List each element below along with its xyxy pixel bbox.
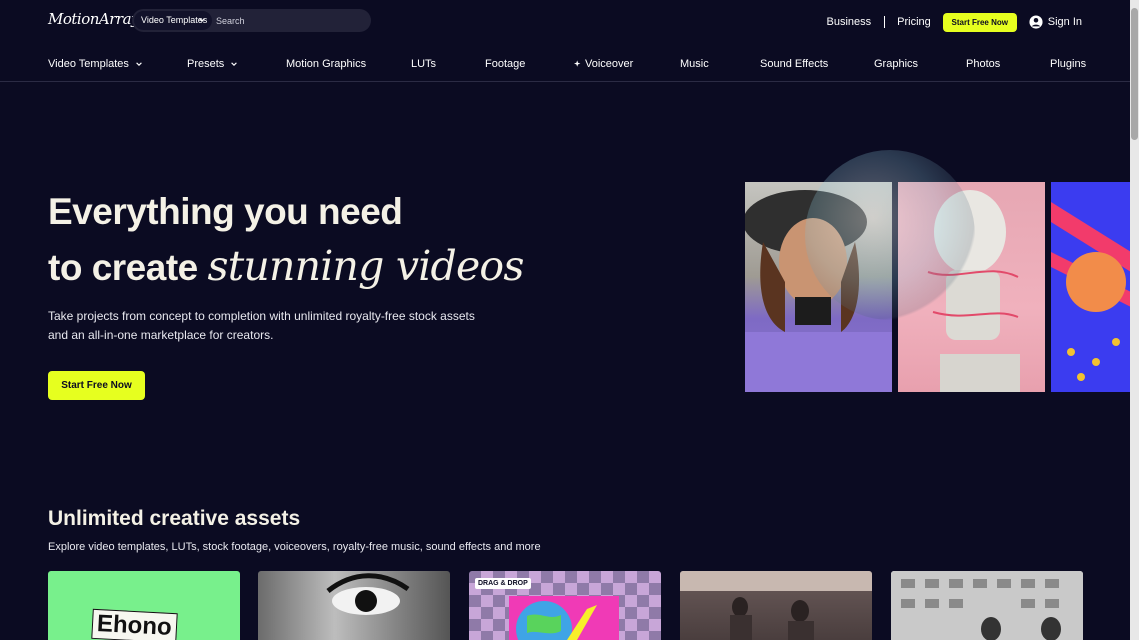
- search-category-select[interactable]: Video Templates: [134, 11, 212, 30]
- nav-item-presets[interactable]: Presets: [187, 58, 238, 70]
- eye-image: [326, 573, 410, 615]
- nav-item-voiceover[interactable]: Voiceover: [574, 58, 633, 70]
- hero-start-free-button[interactable]: Start Free Now: [48, 371, 145, 400]
- nav-item-video-templates[interactable]: Video Templates: [48, 58, 143, 70]
- hero-collage: [745, 150, 1130, 395]
- hero-title-line1: Everything you need: [48, 191, 403, 232]
- nav-item-footage[interactable]: Footage: [485, 58, 525, 70]
- sparkle-icon: [574, 60, 581, 67]
- collage-image-pattern: [1051, 182, 1130, 392]
- glass-ring-decoration: [805, 150, 975, 320]
- asset-card[interactable]: [680, 571, 872, 640]
- sign-in-label: Sign In: [1047, 16, 1082, 28]
- business-link[interactable]: Business: [826, 16, 871, 28]
- assets-subtitle: Explore video templates, LUTs, stock foo…: [48, 541, 541, 553]
- pricing-link[interactable]: Pricing: [897, 16, 931, 28]
- hero-title-emphasis: stunning videos: [207, 242, 525, 290]
- nav-item-photos[interactable]: Photos: [966, 58, 1000, 70]
- scrollbar-thumb[interactable]: [1131, 8, 1138, 140]
- globe-image: [509, 596, 619, 640]
- divider: [884, 16, 886, 28]
- hero-title-prefix: to create: [48, 247, 198, 288]
- search-input[interactable]: [216, 12, 366, 29]
- assets-title: Unlimited creative assets: [48, 507, 301, 530]
- asset-card[interactable]: DRAG & DROP: [469, 571, 661, 640]
- hero-title: Everything you need to create stunning v…: [48, 190, 524, 294]
- building-image: [891, 571, 1083, 640]
- header-actions: Business Pricing Start Free Now Sign In: [826, 12, 1082, 32]
- user-icon: [1029, 15, 1043, 29]
- nav-item-sound-effects[interactable]: Sound Effects: [760, 58, 828, 70]
- top-bar: MotionArray Video Templates Business Pri…: [0, 0, 1130, 42]
- chevron-down-icon: [136, 62, 142, 66]
- nav-item-plugins[interactable]: Plugins: [1050, 58, 1086, 70]
- asset-card[interactable]: [258, 571, 450, 640]
- nav-item-luts[interactable]: LUTs: [411, 58, 436, 70]
- nav-label: Presets: [187, 58, 225, 70]
- hero-subtitle: Take projects from concept to completion…: [48, 309, 475, 342]
- asset-card[interactable]: Ehono: [48, 571, 240, 640]
- main-nav: Video Templates Presets Motion Graphics …: [0, 50, 1130, 82]
- sign-in-link[interactable]: Sign In: [1029, 15, 1082, 29]
- start-free-button[interactable]: Start Free Now: [942, 12, 1017, 32]
- chevron-down-icon: [199, 18, 205, 22]
- card-label: Ehono: [91, 608, 178, 640]
- nav-label: Video Templates: [48, 58, 129, 70]
- nav-item-music[interactable]: Music: [680, 58, 709, 70]
- hero-title-line2: to create stunning videos: [48, 240, 524, 294]
- search-bar: Video Templates: [132, 9, 371, 32]
- people-image: [680, 571, 872, 640]
- chevron-down-icon: [231, 62, 238, 66]
- nav-label: Voiceover: [585, 58, 634, 70]
- scrollbar[interactable]: [1130, 0, 1139, 640]
- nav-item-motion-graphics[interactable]: Motion Graphics: [286, 58, 366, 70]
- logo[interactable]: MotionArray: [48, 10, 140, 28]
- nav-item-graphics[interactable]: Graphics: [874, 58, 918, 70]
- asset-card[interactable]: [891, 571, 1083, 640]
